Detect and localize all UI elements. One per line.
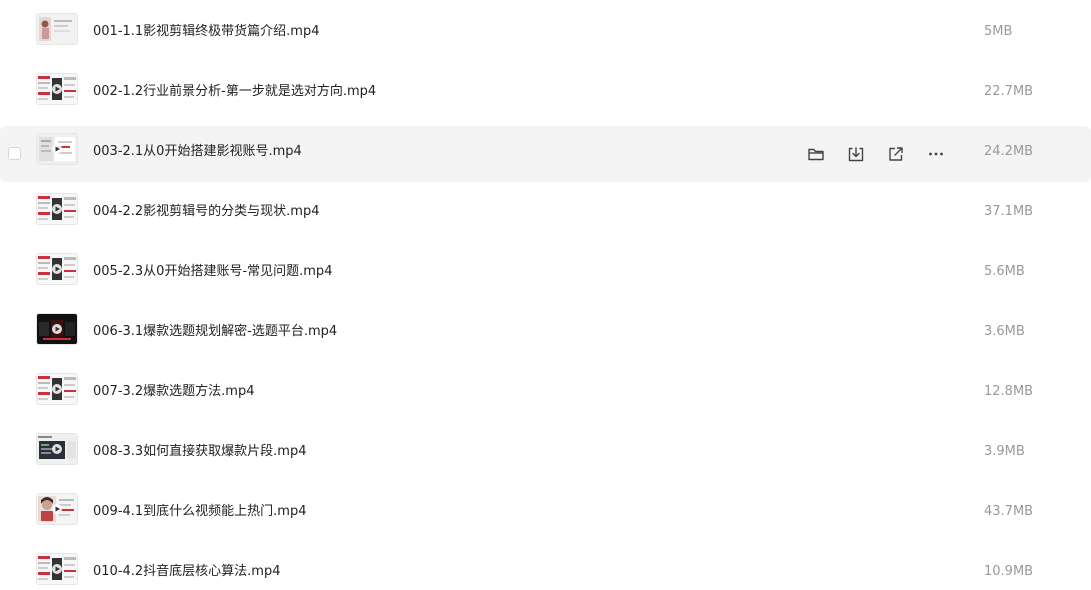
video-thumbnail[interactable]: [37, 74, 77, 104]
file-list: 001-1.1影视剪辑终极带货篇介绍.mp4 5MB 002-1.2行业前景分析-第…: [0, 0, 1091, 590]
video-thumbnail[interactable]: [37, 314, 77, 344]
file-row[interactable]: 006-3.1爆款选题规划解密-选题平台.mp4 3.6MB: [0, 306, 1091, 362]
folder-icon: [807, 145, 825, 163]
more-button[interactable]: [925, 143, 947, 165]
file-row[interactable]: 008-3.3如何直接获取爆款片段.mp4 3.9MB: [0, 426, 1091, 482]
file-row[interactable]: 004-2.2影视剪辑号的分类与现状.mp4 37.1MB: [0, 186, 1091, 242]
file-row[interactable]: 005-2.3从0开始搭建账号-常见问题.mp4 5.6MB: [0, 246, 1091, 302]
file-name[interactable]: 004-2.2影视剪辑号的分类与现状.mp4: [93, 204, 320, 220]
video-thumbnail[interactable]: [37, 134, 77, 164]
file-name[interactable]: 009-4.1到底什么视频能上热门.mp4: [93, 504, 307, 520]
file-name[interactable]: 001-1.1影视剪辑终极带货篇介绍.mp4: [93, 24, 320, 40]
file-size: 24.2MB: [984, 144, 1034, 159]
file-size: 5MB: [984, 24, 1013, 39]
video-thumbnail[interactable]: [37, 14, 77, 44]
file-name[interactable]: 002-1.2行业前景分析-第一步就是选对方向.mp4: [93, 84, 376, 100]
video-thumbnail[interactable]: [37, 194, 77, 224]
row-checkbox[interactable]: [8, 147, 21, 160]
file-name[interactable]: 003-2.1从0开始搭建影视账号.mp4: [93, 144, 302, 160]
share-button[interactable]: [885, 143, 907, 165]
video-thumbnail[interactable]: [37, 494, 77, 524]
file-size: 43.7MB: [984, 504, 1034, 519]
file-row[interactable]: 001-1.1影视剪辑终极带货篇介绍.mp4 5MB: [0, 6, 1091, 62]
file-name[interactable]: 010-4.2抖音底层核心算法.mp4: [93, 564, 281, 580]
file-size: 3.9MB: [984, 444, 1025, 459]
file-name[interactable]: 006-3.1爆款选题规划解密-选题平台.mp4: [93, 324, 337, 340]
file-size: 5.6MB: [984, 264, 1025, 279]
video-thumbnail[interactable]: [37, 434, 77, 464]
file-row[interactable]: 007-3.2爆款选题方法.mp4 12.8MB: [0, 366, 1091, 422]
more-icon: [927, 145, 945, 163]
file-size: 3.6MB: [984, 324, 1025, 339]
file-size: 37.1MB: [984, 204, 1034, 219]
file-size: 10.9MB: [984, 564, 1034, 579]
video-thumbnail[interactable]: [37, 254, 77, 284]
file-row[interactable]: 003-2.1从0开始搭建影视账号.mp4 24.2MB: [0, 126, 1091, 182]
file-name[interactable]: 008-3.3如何直接获取爆款片段.mp4: [93, 444, 307, 460]
video-thumbnail[interactable]: [37, 554, 77, 584]
folder-button[interactable]: [805, 143, 827, 165]
file-name[interactable]: 007-3.2爆款选题方法.mp4: [93, 384, 255, 400]
file-row[interactable]: 010-4.2抖音底层核心算法.mp4 10.9MB: [0, 546, 1091, 590]
file-name[interactable]: 005-2.3从0开始搭建账号-常见问题.mp4: [93, 264, 332, 280]
file-size: 22.7MB: [984, 84, 1034, 99]
video-thumbnail[interactable]: [37, 374, 77, 404]
file-row[interactable]: 009-4.1到底什么视频能上热门.mp4 43.7MB: [0, 486, 1091, 542]
download-button[interactable]: [845, 143, 867, 165]
file-size: 12.8MB: [984, 384, 1034, 399]
share-icon: [887, 145, 905, 163]
download-icon: [847, 145, 865, 163]
file-row[interactable]: 002-1.2行业前景分析-第一步就是选对方向.mp4 22.7MB: [0, 66, 1091, 122]
